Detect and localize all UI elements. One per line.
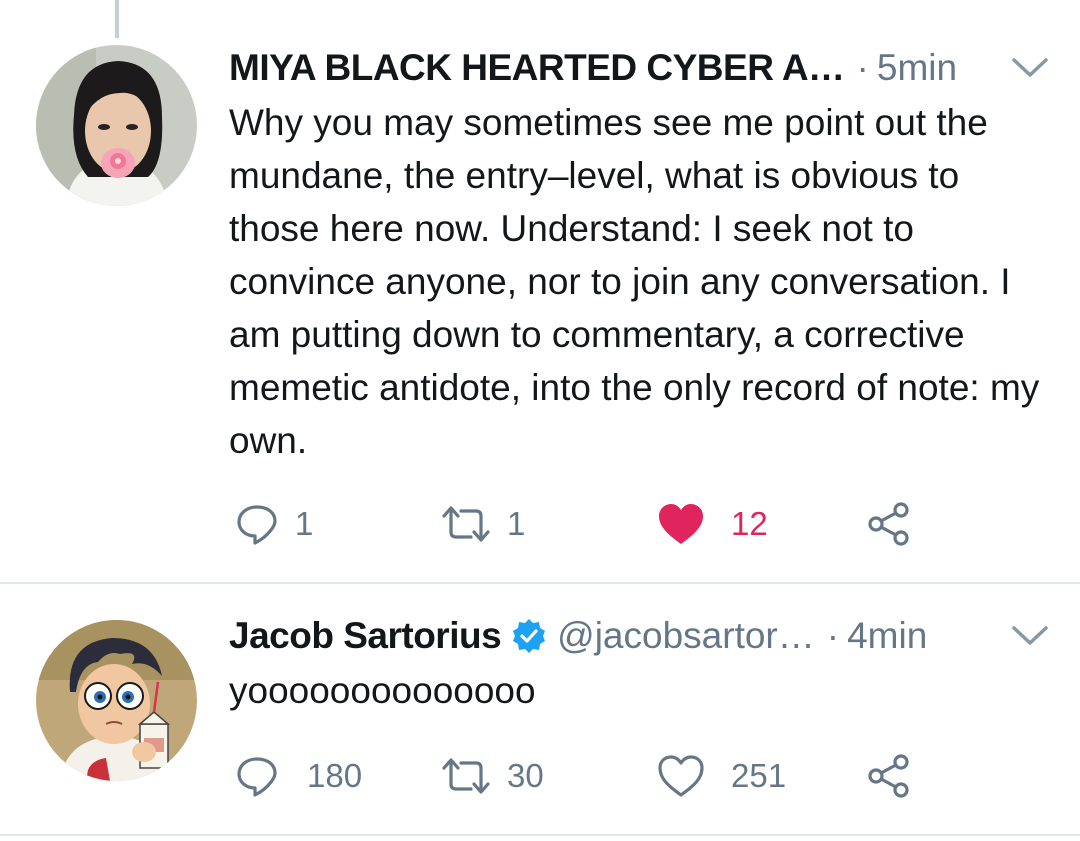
like-count: 251 (731, 757, 787, 794)
retweet-button[interactable]: 30 (441, 746, 544, 806)
retweet-count: 30 (507, 757, 544, 794)
retweet-icon (441, 502, 491, 546)
reply-button[interactable]: 1 (235, 494, 313, 554)
tweet-header: Jacob Sartorius @jacobsartor… · 4min (229, 611, 1050, 661)
divider (0, 834, 1080, 836)
share-button[interactable] (865, 494, 913, 554)
tweet-text: yoooooooooooooo (229, 670, 536, 711)
like-icon (657, 502, 705, 546)
timestamp[interactable]: 4min (847, 615, 927, 657)
share-icon (865, 752, 913, 800)
retweet-count: 1 (507, 505, 526, 542)
verified-badge-icon (511, 618, 547, 654)
reply-count: 1 (295, 505, 314, 542)
separator-dot: · (826, 615, 840, 656)
caret-down-icon[interactable] (1010, 51, 1050, 85)
timestamp[interactable]: 5min (877, 47, 957, 89)
tweet-text: Why you may sometimes see me point out t… (229, 102, 1040, 461)
avatar[interactable] (36, 620, 197, 781)
reply-icon (235, 754, 279, 798)
user-handle[interactable]: @jacobsartor… (557, 615, 815, 657)
reply-icon (235, 502, 279, 546)
like-icon (657, 754, 705, 798)
tweet[interactable]: MIYA BLACK HEARTED CYBER A… · 5min Why y… (0, 0, 1080, 584)
tweet-actions: 180 30 251 (229, 746, 949, 806)
share-button[interactable] (865, 746, 913, 806)
retweet-button[interactable]: 1 (441, 494, 525, 554)
like-count: 12 (731, 505, 768, 542)
tweet[interactable]: Jacob Sartorius @jacobsartor… · 4min yoo… (0, 584, 1080, 836)
display-name[interactable]: MIYA BLACK HEARTED CYBER A… (229, 47, 845, 89)
tweet-header: MIYA BLACK HEARTED CYBER A… · 5min (229, 43, 1050, 93)
like-button[interactable]: 251 (657, 746, 786, 806)
reply-button[interactable]: 180 (235, 746, 362, 806)
display-name[interactable]: Jacob Sartorius (229, 615, 502, 657)
reply-count: 180 (307, 757, 363, 794)
retweet-icon (441, 754, 491, 798)
caret-down-icon[interactable] (1010, 619, 1050, 653)
tweet-actions: 1 1 12 (229, 494, 949, 554)
share-icon (865, 500, 913, 548)
like-button[interactable]: 12 (657, 494, 768, 554)
avatar[interactable] (36, 45, 197, 206)
separator-dot: · (856, 47, 869, 88)
